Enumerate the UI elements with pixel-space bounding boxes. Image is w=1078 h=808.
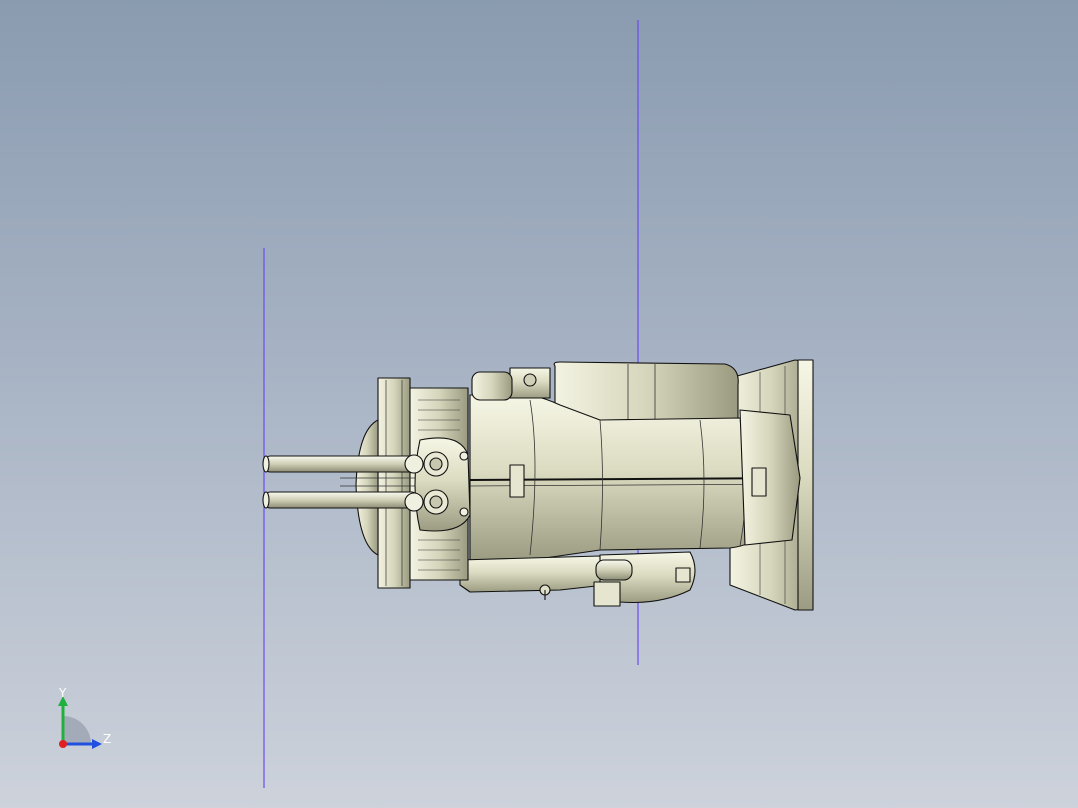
left-frame-plate [377, 377, 411, 589]
triad-y-label: Y [59, 686, 67, 700]
left-dome-cap [355, 419, 379, 556]
heater-core-assembly-model[interactable] [262, 359, 814, 611]
outlet-flange [797, 359, 814, 611]
triad-xz-quadrant [63, 716, 91, 744]
model-canvas[interactable] [0, 0, 1078, 808]
coolant-pipe-lower [262, 491, 417, 509]
pipe-flange [414, 437, 471, 532]
blower-drum-top [553, 361, 739, 421]
housing-right-extension [739, 409, 801, 546]
lower-bracket [459, 555, 606, 593]
triad-x-axis [59, 740, 67, 748]
coordinate-triad-icon: Y Z [50, 686, 120, 756]
coolant-pipe-upper [262, 455, 417, 473]
lower-connector [595, 559, 633, 581]
cad-graphics-viewport[interactable]: Y Z [0, 0, 1078, 808]
seam-clip-left [509, 464, 525, 498]
seam-clip-right [751, 467, 767, 497]
triad-z-label: Z [103, 732, 112, 746]
